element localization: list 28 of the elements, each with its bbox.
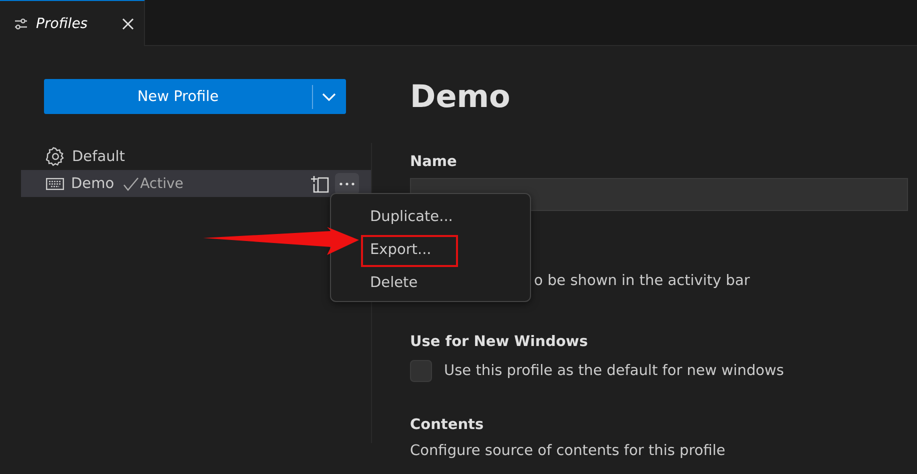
menu-item[interactable]: Duplicate... (361, 202, 458, 234)
menu-item[interactable]: Export... (361, 235, 458, 267)
checkbox-label: Use this profile as the default for new windows (444, 363, 784, 379)
new-window-icon[interactable] (309, 174, 329, 192)
profile-item[interactable]: Demo Active (21, 170, 371, 197)
profile-item[interactable]: Default (21, 143, 371, 170)
editor-tab[interactable]: Profiles (0, 0, 145, 46)
section-label: Contents (410, 417, 485, 433)
sliders-icon (14, 18, 28, 30)
gear-icon (46, 147, 65, 166)
profile-name: Demo (71, 176, 114, 192)
checkbox[interactable] (410, 360, 432, 382)
close-icon[interactable] (122, 18, 134, 30)
section-label: Use for New Windows (410, 334, 589, 350)
more-actions-button[interactable] (335, 172, 359, 194)
tab-title: Profiles (36, 16, 89, 32)
active-label: Active (140, 176, 184, 192)
profile-name: Default (72, 148, 125, 164)
check-icon (123, 176, 140, 190)
profile-title: Demo (410, 79, 512, 117)
keyboard-icon (46, 178, 64, 190)
chevron-down-icon[interactable] (322, 92, 336, 100)
new-profile-button[interactable]: New Profile (44, 79, 346, 114)
menu-item[interactable]: Delete (361, 268, 458, 300)
ellipsis-icon (339, 182, 355, 186)
section-description: Configure source of contents for this profile (410, 443, 726, 459)
section-label: Name (410, 154, 458, 170)
section-description: o be shown in the activity bar (534, 273, 750, 289)
